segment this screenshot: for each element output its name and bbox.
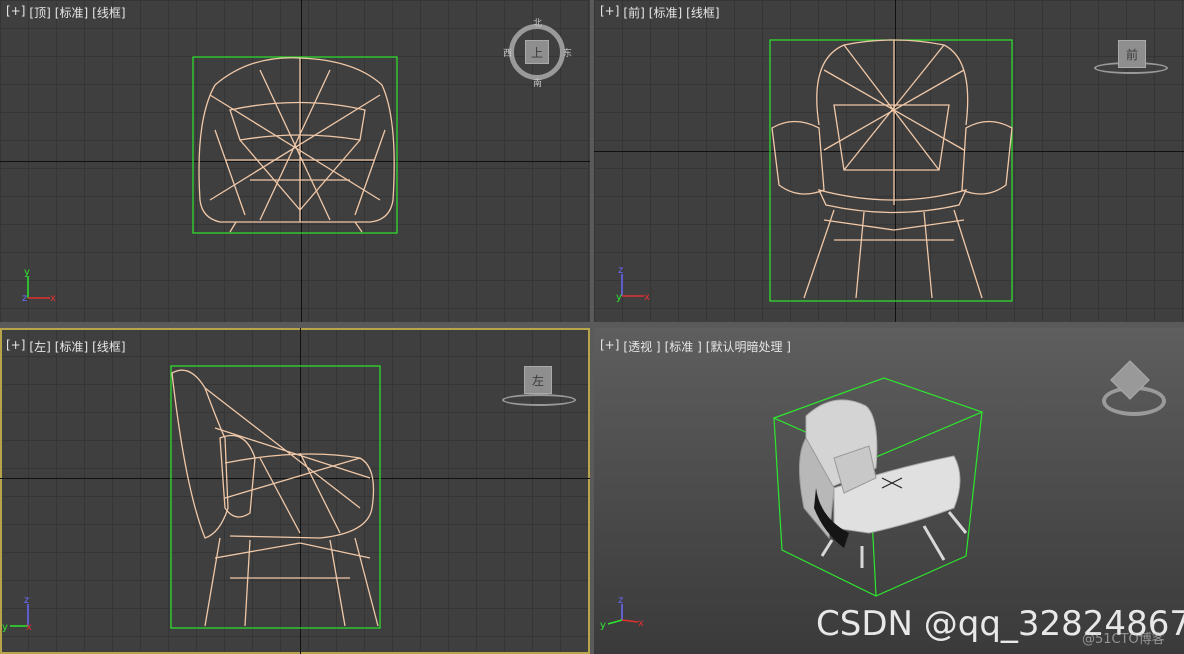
viewcube[interactable]: 左: [502, 366, 576, 406]
chair-wireframe-top[interactable]: [0, 0, 590, 322]
bounding-box: [170, 365, 381, 629]
viewcube-face[interactable]: 左: [524, 366, 552, 394]
compass-west[interactable]: 西: [503, 46, 512, 59]
viewcube[interactable]: 上 北 南 东 西: [503, 19, 572, 89]
viewcube[interactable]: [1094, 356, 1168, 416]
watermark-faint: @51CTO博客: [1082, 632, 1165, 647]
viewcube[interactable]: 前: [1094, 34, 1168, 74]
viewport-top[interactable]: [+] [顶] [标准] [线框] 上 北 南 东 西 y z x: [0, 0, 590, 322]
viewport-left[interactable]: [+] [左] [标准] [线框] 左 z y x: [0, 328, 590, 654]
compass-east[interactable]: 东: [563, 46, 572, 59]
viewcube-face[interactable]: 前: [1118, 40, 1146, 68]
viewcube-face[interactable]: 上: [525, 40, 549, 64]
compass-north[interactable]: 北: [533, 16, 542, 29]
compass-south[interactable]: 南: [533, 76, 542, 89]
viewport-front[interactable]: [+] [前] [标准] [线框] 前 z y x: [594, 0, 1184, 322]
viewcube-ring[interactable]: [502, 394, 576, 406]
